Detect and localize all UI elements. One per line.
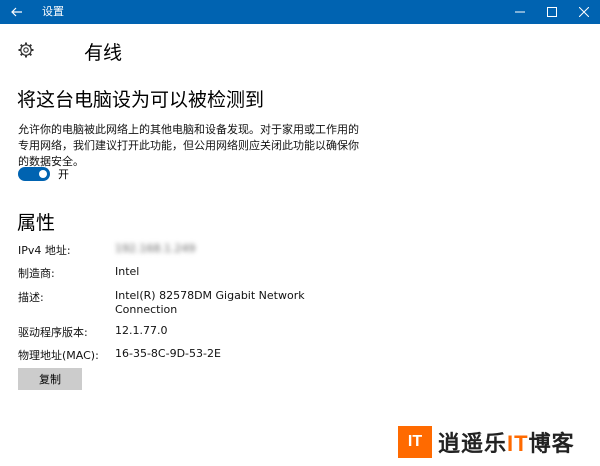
maximize-icon bbox=[547, 7, 557, 17]
close-icon bbox=[579, 7, 589, 17]
mac-address-value: 16-35-8C-9D-53-2E bbox=[115, 347, 221, 360]
manufacturer-value: Intel bbox=[115, 265, 140, 278]
minimize-icon bbox=[515, 11, 525, 13]
discoverable-description: 允许你的电脑被此网络上的其他电脑和设备发现。对于家用或工作用的专用网络，我们建议… bbox=[18, 123, 359, 168]
toggle-knob bbox=[39, 170, 47, 178]
back-button[interactable] bbox=[0, 0, 34, 24]
back-arrow-icon bbox=[11, 7, 22, 17]
manufacturer-label: 制造商: bbox=[18, 267, 55, 280]
title-bar: 设置 bbox=[0, 0, 600, 24]
gear-icon bbox=[18, 42, 34, 58]
mac-address-label: 物理地址(MAC): bbox=[18, 349, 99, 362]
copy-button[interactable]: 复制 bbox=[18, 368, 82, 390]
description-value-line2: Connection bbox=[115, 303, 178, 316]
properties-heading: 属性 bbox=[17, 212, 56, 234]
discoverable-toggle[interactable] bbox=[18, 167, 50, 181]
watermark-text: 逍遥乐IT博客 bbox=[438, 426, 575, 458]
discoverable-heading: 将这台电脑设为可以被检测到 bbox=[17, 89, 265, 111]
description-label: 描述: bbox=[18, 291, 44, 304]
close-button[interactable] bbox=[568, 0, 600, 24]
driver-version-value: 12.1.77.0 bbox=[115, 324, 168, 337]
maximize-button[interactable] bbox=[536, 0, 568, 24]
watermark-logo: IT 逍遥乐IT博客 bbox=[398, 426, 575, 458]
minimize-button[interactable] bbox=[504, 0, 536, 24]
ipv4-value: 192.168.1.249 bbox=[115, 242, 196, 255]
ipv4-label: IPv4 地址: bbox=[18, 244, 71, 257]
watermark-text-b: 博客 bbox=[528, 431, 575, 456]
watermark-text-it: IT bbox=[507, 431, 529, 456]
watermark-text-a: 逍遥乐 bbox=[438, 431, 508, 456]
toggle-state-label: 开 bbox=[58, 168, 69, 181]
watermark-badge: IT bbox=[398, 426, 432, 458]
driver-version-label: 驱动程序版本: bbox=[18, 326, 88, 339]
page-title-mask bbox=[80, 38, 90, 48]
window-title: 设置 bbox=[42, 5, 64, 18]
